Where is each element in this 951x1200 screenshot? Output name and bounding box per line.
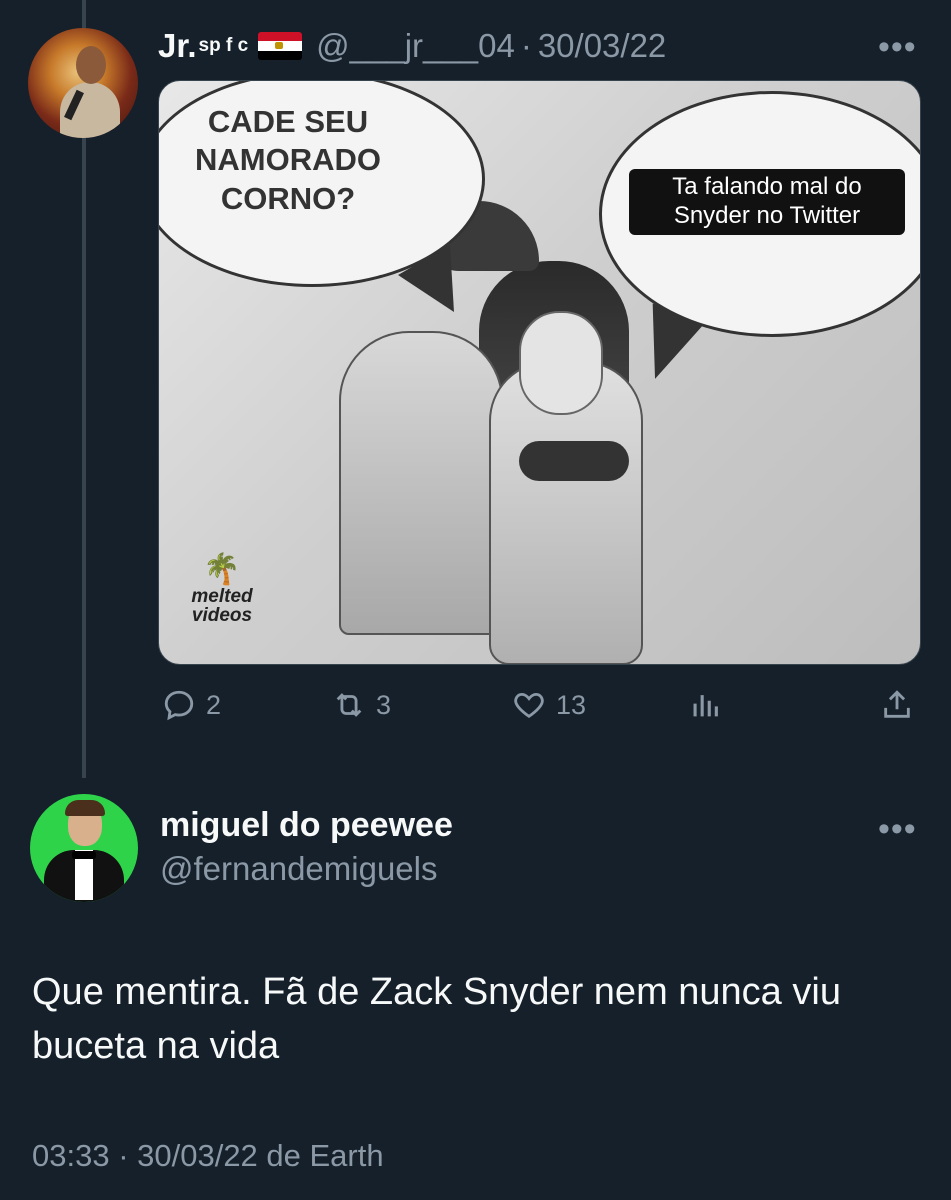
- display-name[interactable]: Jr.: [158, 27, 197, 65]
- watermark-text: melted videos: [191, 586, 253, 626]
- speech-bubble-left: CADE SEU NAMORADO CORNO?: [195, 104, 381, 216]
- share-button[interactable]: [880, 688, 924, 722]
- separator: ·: [520, 27, 532, 64]
- palm-tree-icon: 🌴: [203, 553, 241, 586]
- tweet-header: Jr. sp f c @___jr___04 · 30/03/22: [158, 24, 666, 68]
- views-button[interactable]: [688, 688, 732, 722]
- handle[interactable]: @fernandemiguels: [160, 850, 438, 888]
- retweet-button[interactable]: 3: [332, 688, 391, 722]
- like-button[interactable]: 13: [512, 688, 586, 722]
- egypt-flag-icon: [258, 32, 303, 60]
- analytics-icon: [693, 695, 718, 717]
- retweet-icon: [336, 693, 362, 717]
- tweet-image[interactable]: CADE SEU NAMORADO CORNO? Ta falando mal …: [158, 80, 921, 665]
- speech-bubble-right: Ta falando mal do Snyder no Twitter: [629, 169, 905, 235]
- reply-icon: [164, 690, 194, 721]
- heart-icon: [514, 692, 544, 719]
- reply-count: 2: [206, 689, 222, 720]
- share-icon: [884, 690, 910, 718]
- tweet-date[interactable]: 30/03/22: [538, 27, 666, 65]
- tweet-timestamp[interactable]: 03:33 · 30/03/22 de Earth: [32, 1138, 384, 1174]
- display-name-suffix: sp f c: [198, 35, 249, 56]
- reply-button[interactable]: 2: [162, 688, 221, 722]
- tweet-actions: 2 3 13: [158, 688, 921, 732]
- more-options-icon[interactable]: •••: [878, 812, 917, 846]
- display-name[interactable]: miguel do peewee: [160, 806, 453, 845]
- retweet-count: 3: [376, 689, 392, 720]
- watermark-logo: 🌴 melted videos: [177, 553, 267, 626]
- avatar[interactable]: [28, 28, 138, 138]
- handle[interactable]: @___jr___04: [316, 27, 515, 65]
- tweet-text: Que mentira. Fã de Zack Snyder nem nunca…: [32, 971, 841, 1067]
- more-options-icon[interactable]: •••: [878, 30, 917, 64]
- avatar[interactable]: [30, 794, 138, 902]
- like-count: 13: [556, 689, 587, 720]
